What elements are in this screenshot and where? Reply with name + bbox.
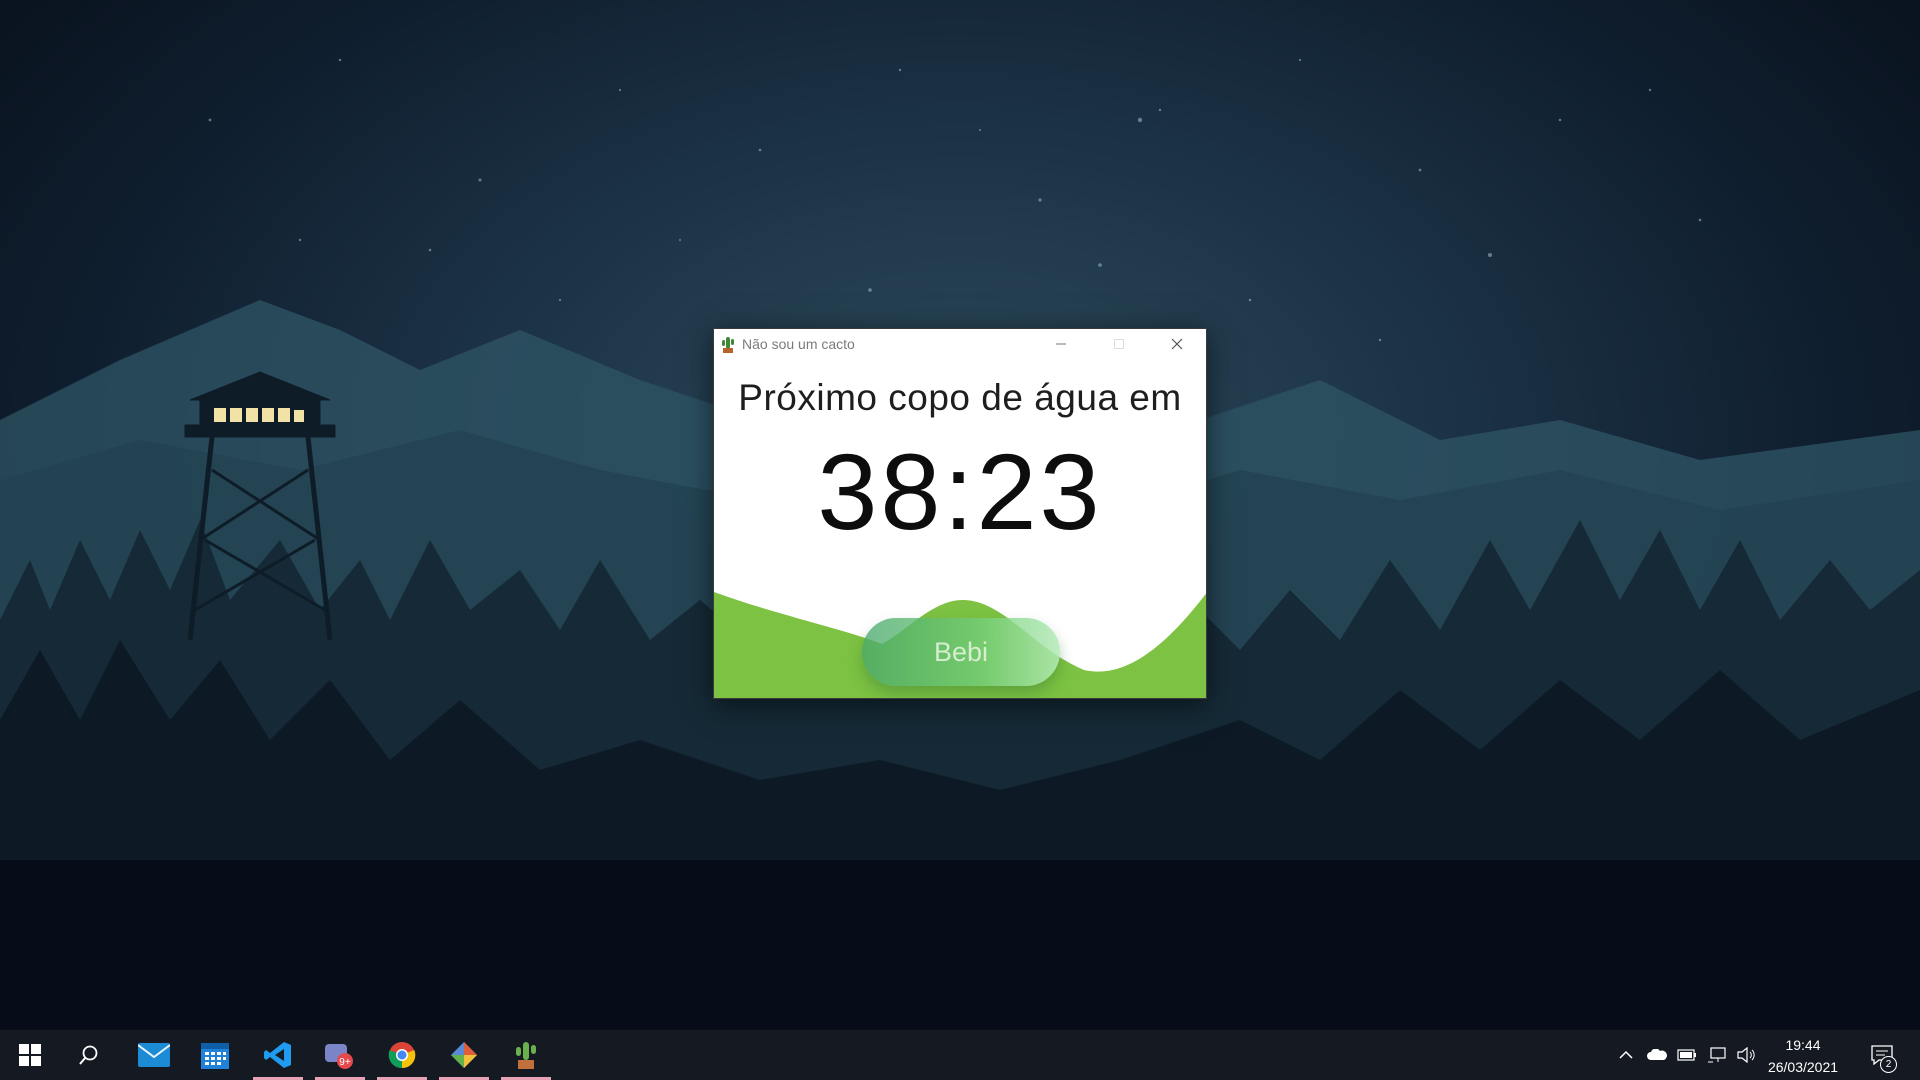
git-icon <box>451 1042 477 1068</box>
action-center-button[interactable] <box>1864 1030 1900 1080</box>
taskbar-mail[interactable] <box>125 1030 183 1080</box>
tray-onedrive[interactable] <box>1644 1030 1670 1080</box>
tray-battery[interactable] <box>1674 1030 1700 1080</box>
chat-badge-icon: 9+ <box>325 1044 353 1069</box>
taskbar-calendar[interactable] <box>186 1030 244 1080</box>
vscode-icon <box>264 1042 291 1068</box>
drank-button[interactable]: Bebi <box>862 618 1060 686</box>
windows-logo-icon <box>19 1044 41 1066</box>
battery-icon <box>1677 1049 1696 1061</box>
notification-count-badge: 2 <box>1880 1056 1897 1073</box>
start-button[interactable] <box>1 1030 59 1080</box>
taskbar-cactus-app[interactable] <box>497 1030 555 1080</box>
taskbar-chrome[interactable] <box>373 1030 431 1080</box>
cactus-icon <box>516 1042 536 1069</box>
taskbar-chat-app[interactable]: 9+ <box>311 1030 369 1080</box>
taskbar-vscode[interactable] <box>249 1030 307 1080</box>
tray-volume[interactable] <box>1734 1030 1760 1080</box>
search-button[interactable] <box>60 1030 118 1080</box>
chrome-icon <box>388 1042 416 1069</box>
clock-time: 19:44 <box>1785 1037 1821 1053</box>
taskbar-git-app[interactable] <box>435 1030 493 1080</box>
cloud-icon <box>1647 1049 1667 1060</box>
taskbar: 9+ 19:44 26/03/2021 2 <box>0 1030 1920 1080</box>
taskbar-clock[interactable]: 19:44 26/03/2021 <box>1760 1034 1846 1078</box>
clock-date: 26/03/2021 <box>1767 1059 1839 1075</box>
search-icon <box>79 1045 98 1065</box>
tray-overflow-button[interactable] <box>1614 1030 1638 1080</box>
calendar-icon <box>201 1043 229 1069</box>
tray-network[interactable] <box>1704 1030 1730 1080</box>
chevron-up-icon <box>1619 1050 1633 1059</box>
speaker-icon <box>1737 1047 1755 1063</box>
network-icon <box>1708 1047 1726 1063</box>
svg-text:9+: 9+ <box>339 1057 351 1068</box>
mail-icon <box>138 1043 170 1067</box>
app-window: Não sou um cacto Próximo copo de água em… <box>713 328 1207 699</box>
